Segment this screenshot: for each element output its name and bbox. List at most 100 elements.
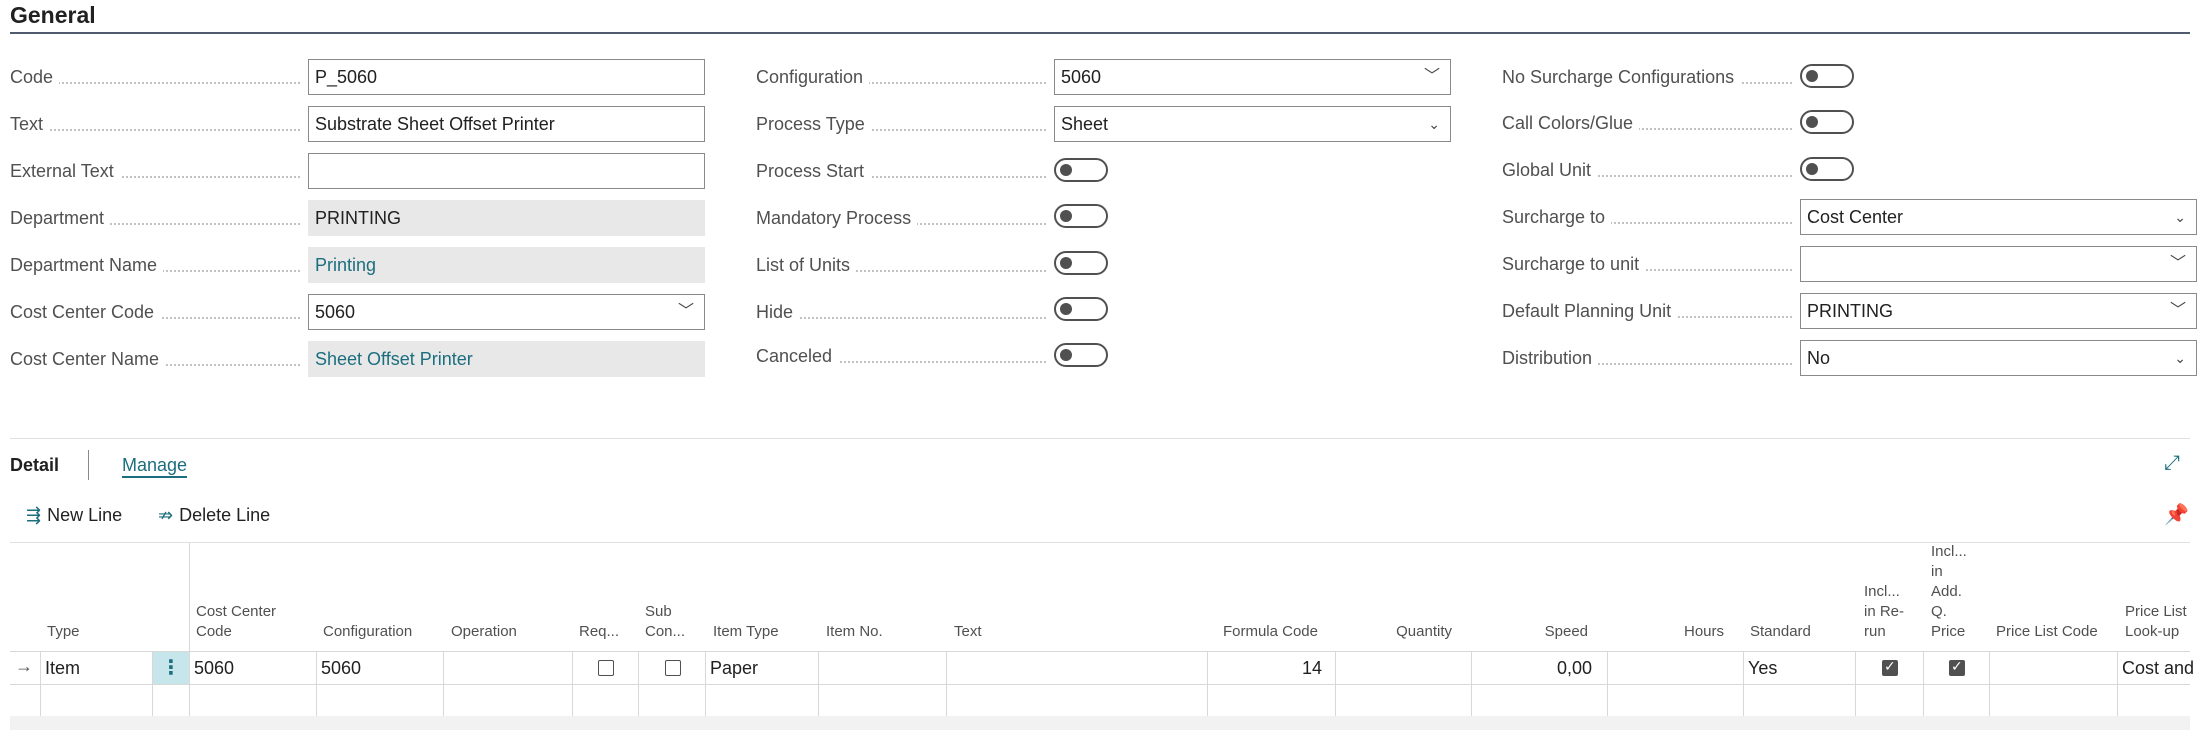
department-row: Department [10,200,308,236]
global-unit-label: Global Unit [1502,152,1800,188]
mandatory-process-row: Mandatory Process [756,200,1054,236]
default-planning-unit-dropdown[interactable]: PRINTING ﹀ [1800,293,2197,329]
col-header-incl-add-line1[interactable]: Incl... [1931,542,1967,562]
distribution-select[interactable]: No ⌄ [1800,340,2197,376]
col-header-operation[interactable]: Operation [451,622,517,642]
text-input[interactable]: Substrate Sheet Offset Printer [308,106,705,142]
cost-center-code-dropdown[interactable]: 5060 ﹀ [308,294,705,330]
configuration-dropdown[interactable]: 5060 ﹀ [1054,59,1451,95]
col-header-incl-rerun-line1[interactable]: Incl... [1864,582,1900,602]
col-header-incl-add-line2[interactable]: in [1931,562,1943,582]
surcharge-to-label: Surcharge to [1502,199,1800,235]
process-type-label: Process Type [756,106,1054,142]
col-header-type[interactable]: Type [47,622,80,642]
new-line-button[interactable]: ⇶ New Line [26,500,122,530]
expand-icon[interactable]: ⤢ [2164,452,2180,475]
sub-con-checkbox[interactable] [665,660,681,676]
incl-rerun-checkbox[interactable] [1882,658,1898,676]
col-header-incl-add-line3[interactable]: Add. [1931,582,1962,602]
cell-cost-center-code[interactable]: 5060 [194,652,312,684]
delete-line-icon: ⇏ [158,504,174,525]
col-header-incl-rerun-line2[interactable]: in Re- [1864,602,1904,622]
col-header-item-no[interactable]: Item No. [826,622,883,642]
subpage-divider [10,438,2190,439]
col-header-cost-center-code-line1[interactable]: Cost Center [196,602,276,622]
department-name-label: Department Name [10,247,308,283]
call-colors-toggle[interactable] [1800,110,1854,134]
cost-center-code-value: 5060 [315,302,356,322]
no-surcharge-row: No Surcharge Configurations [1502,59,1800,95]
surcharge-to-unit-dropdown[interactable]: ﹀ [1800,246,2197,282]
process-start-row: Process Start [756,153,1054,189]
col-header-speed[interactable]: Speed [1496,622,1588,642]
department-name-link[interactable]: Printing [308,247,705,283]
canceled-toggle[interactable] [1054,343,1108,367]
cell-speed[interactable]: 0,00 [1474,652,1592,684]
code-input[interactable]: P_5060 [308,59,705,95]
current-row-arrow-icon: → [15,656,33,676]
new-line-label: New Line [47,504,123,525]
tab-detail[interactable]: Detail [10,450,59,480]
col-header-req[interactable]: Req... [579,622,619,642]
col-header-text[interactable]: Text [954,622,982,642]
cell-standard[interactable]: Yes [1748,652,1852,684]
distribution-label: Distribution [1502,340,1800,376]
col-header-quantity[interactable]: Quantity [1360,622,1452,642]
department-value: PRINTING [308,200,705,236]
section-title-general[interactable]: General [10,0,96,31]
pin-icon[interactable]: 📌 [2164,502,2189,527]
col-header-sub-con-line1[interactable]: Sub [645,602,672,622]
col-header-price-lookup-line2[interactable]: Look-up [2125,622,2179,642]
external-text-input[interactable] [308,153,705,189]
incl-add-q-price-checkbox[interactable] [1949,658,1965,676]
global-unit-row: Global Unit [1502,152,1800,188]
col-header-incl-add-line5[interactable]: Price [1931,622,1965,642]
col-header-formula-code[interactable]: Formula Code [1200,622,1318,642]
chevron-down-icon: ⌄ [2174,350,2186,366]
configuration-label: Configuration [756,59,1054,95]
cell-configuration[interactable]: 5060 [321,652,439,684]
req-checkbox[interactable] [598,660,614,676]
default-planning-unit-label: Default Planning Unit [1502,293,1800,329]
col-header-incl-rerun-line3[interactable]: run [1864,622,1886,642]
global-unit-toggle[interactable] [1800,157,1854,181]
chevron-down-icon: ﹀ [2169,255,2186,272]
hide-toggle[interactable] [1054,297,1108,321]
column-divider [189,543,190,716]
surcharge-to-select[interactable]: Cost Center ⌄ [1800,199,2197,235]
cell-item-type[interactable]: Paper [710,652,814,684]
col-header-hours[interactable]: Hours [1632,622,1724,642]
canceled-label: Canceled [756,338,1054,374]
process-type-select[interactable]: Sheet ⌄ [1054,106,1451,142]
col-header-cost-center-code-line2[interactable]: Code [196,622,232,642]
no-surcharge-toggle[interactable] [1800,64,1854,88]
cost-center-name-label: Cost Center Name [10,341,308,377]
col-header-price-lookup-line1[interactable]: Price List [2125,602,2187,622]
cell-type[interactable]: Item [45,652,149,684]
col-header-item-type[interactable]: Item Type [713,622,779,642]
tab-manage[interactable]: Manage [122,450,188,478]
mandatory-process-label: Mandatory Process [756,200,1054,236]
col-header-price-list-code[interactable]: Price List Code [1996,622,2098,642]
row-actions-button[interactable]: ⋮ [153,652,189,684]
grid-top-border [10,542,2190,543]
canceled-row: Canceled [756,338,1054,374]
col-header-incl-add-line4[interactable]: Q. [1931,602,1947,622]
col-header-configuration[interactable]: Configuration [323,622,412,642]
text-row: Text [10,106,308,142]
delete-line-button[interactable]: ⇏ Delete Line [158,500,270,530]
cell-price-lookup[interactable]: Cost and [2122,652,2199,684]
mandatory-process-toggle[interactable] [1054,204,1108,228]
cell-formula-code[interactable]: 14 [1210,652,1322,684]
process-start-toggle[interactable] [1054,158,1108,182]
row-border [10,684,2190,685]
col-header-standard[interactable]: Standard [1750,622,1811,642]
default-planning-unit-row: Default Planning Unit [1502,293,1800,329]
surcharge-to-row: Surcharge to [1502,199,1800,235]
list-of-units-label: List of Units [756,247,1054,283]
col-header-sub-con-line2[interactable]: Con... [645,622,685,642]
cost-center-name-link[interactable]: Sheet Offset Printer [308,341,705,377]
cost-center-code-row: Cost Center Code [10,294,308,330]
chevron-down-icon: ﹀ [677,303,694,320]
list-of-units-toggle[interactable] [1054,251,1108,275]
